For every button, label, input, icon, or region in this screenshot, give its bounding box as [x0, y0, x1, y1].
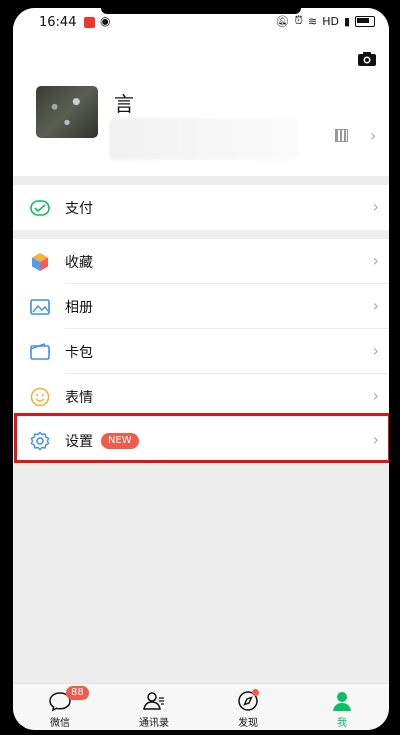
features-group: 收藏 › 相册 › 卡包 › 表情 ›	[13, 239, 389, 419]
chevron-right-icon: ›	[372, 430, 379, 449]
tab-label: 发现	[238, 718, 258, 729]
pay-icon	[29, 197, 51, 219]
chevron-right-icon: ›	[372, 341, 379, 360]
new-dot-badge	[252, 689, 259, 696]
unread-count-badge: 88	[66, 686, 89, 700]
person-icon	[333, 692, 351, 711]
status-icons: 🔕︎ ⏰︎ ≋ HD ▮	[275, 14, 375, 28]
menu-item-cards[interactable]: 卡包 ›	[13, 329, 389, 374]
menu-item-label: 支付	[65, 200, 93, 217]
album-icon	[29, 296, 51, 318]
qr-code-icon[interactable]	[335, 129, 348, 142]
gear-icon	[29, 430, 51, 452]
menu-item-favorites[interactable]: 收藏 ›	[13, 239, 389, 284]
camera-icon[interactable]	[357, 51, 377, 67]
chevron-right-icon: ›	[372, 386, 379, 405]
menu-item-label: 卡包	[65, 344, 93, 361]
profile-name: 言	[114, 92, 134, 116]
menu-item-album[interactable]: 相册 ›	[13, 284, 389, 329]
menu-item-label: 相册	[65, 299, 93, 316]
tab-label: 我	[337, 718, 347, 729]
menu-item-stickers[interactable]: 表情 ›	[13, 374, 389, 419]
menu-item-pay[interactable]: 支付 ›	[13, 185, 389, 230]
battery-icon	[355, 15, 375, 27]
bottom-tab-bar: 88 微信 通讯录 发现 我	[13, 683, 389, 730]
contacts-icon	[143, 692, 164, 710]
phone-screen: 16:44 ◉ 🔕︎ ⏰︎ ≋ HD ▮ 言 › 支付 › 收藏 › 相册 › …	[13, 8, 389, 730]
tab-me[interactable]: 我	[295, 684, 389, 730]
smiley-icon	[29, 386, 51, 408]
profile-header[interactable]: 言 ›	[13, 38, 389, 176]
tab-discover[interactable]: 发现	[201, 684, 295, 730]
new-badge: NEW	[101, 432, 139, 449]
chevron-right-icon: ›	[372, 296, 379, 315]
mute-icon: 🔕︎	[275, 14, 290, 28]
pay-group: 支付 ›	[13, 185, 389, 230]
blurred-account-id	[109, 118, 299, 160]
chevron-right-icon: ›	[372, 197, 379, 216]
alarm-icon: ⏰︎	[294, 14, 303, 27]
weibo-icon: ◉	[100, 14, 111, 28]
camera-notch	[101, 8, 301, 14]
menu-item-label: 表情	[65, 389, 93, 406]
network-type: HD	[322, 14, 339, 28]
signal-icon: ▮	[343, 14, 350, 28]
chevron-right-icon: ›	[372, 251, 379, 270]
tab-label: 通讯录	[139, 718, 169, 729]
chevron-right-icon: ›	[370, 126, 377, 145]
wallet-card-icon	[29, 341, 51, 363]
wifi-icon: ≋	[307, 14, 318, 28]
avatar[interactable]	[36, 86, 98, 138]
tab-label: 微信	[50, 718, 70, 729]
favorites-cube-icon	[29, 251, 51, 273]
settings-group: 设置 NEW ›	[13, 418, 389, 463]
tab-chats[interactable]: 88 微信	[13, 684, 107, 730]
notification-icon	[84, 17, 95, 28]
tab-contacts[interactable]: 通讯录	[107, 684, 201, 730]
menu-item-label: 设置	[65, 433, 93, 450]
status-time: 16:44	[39, 15, 77, 30]
menu-item-label: 收藏	[65, 254, 93, 271]
menu-item-settings[interactable]: 设置 NEW ›	[13, 418, 389, 463]
